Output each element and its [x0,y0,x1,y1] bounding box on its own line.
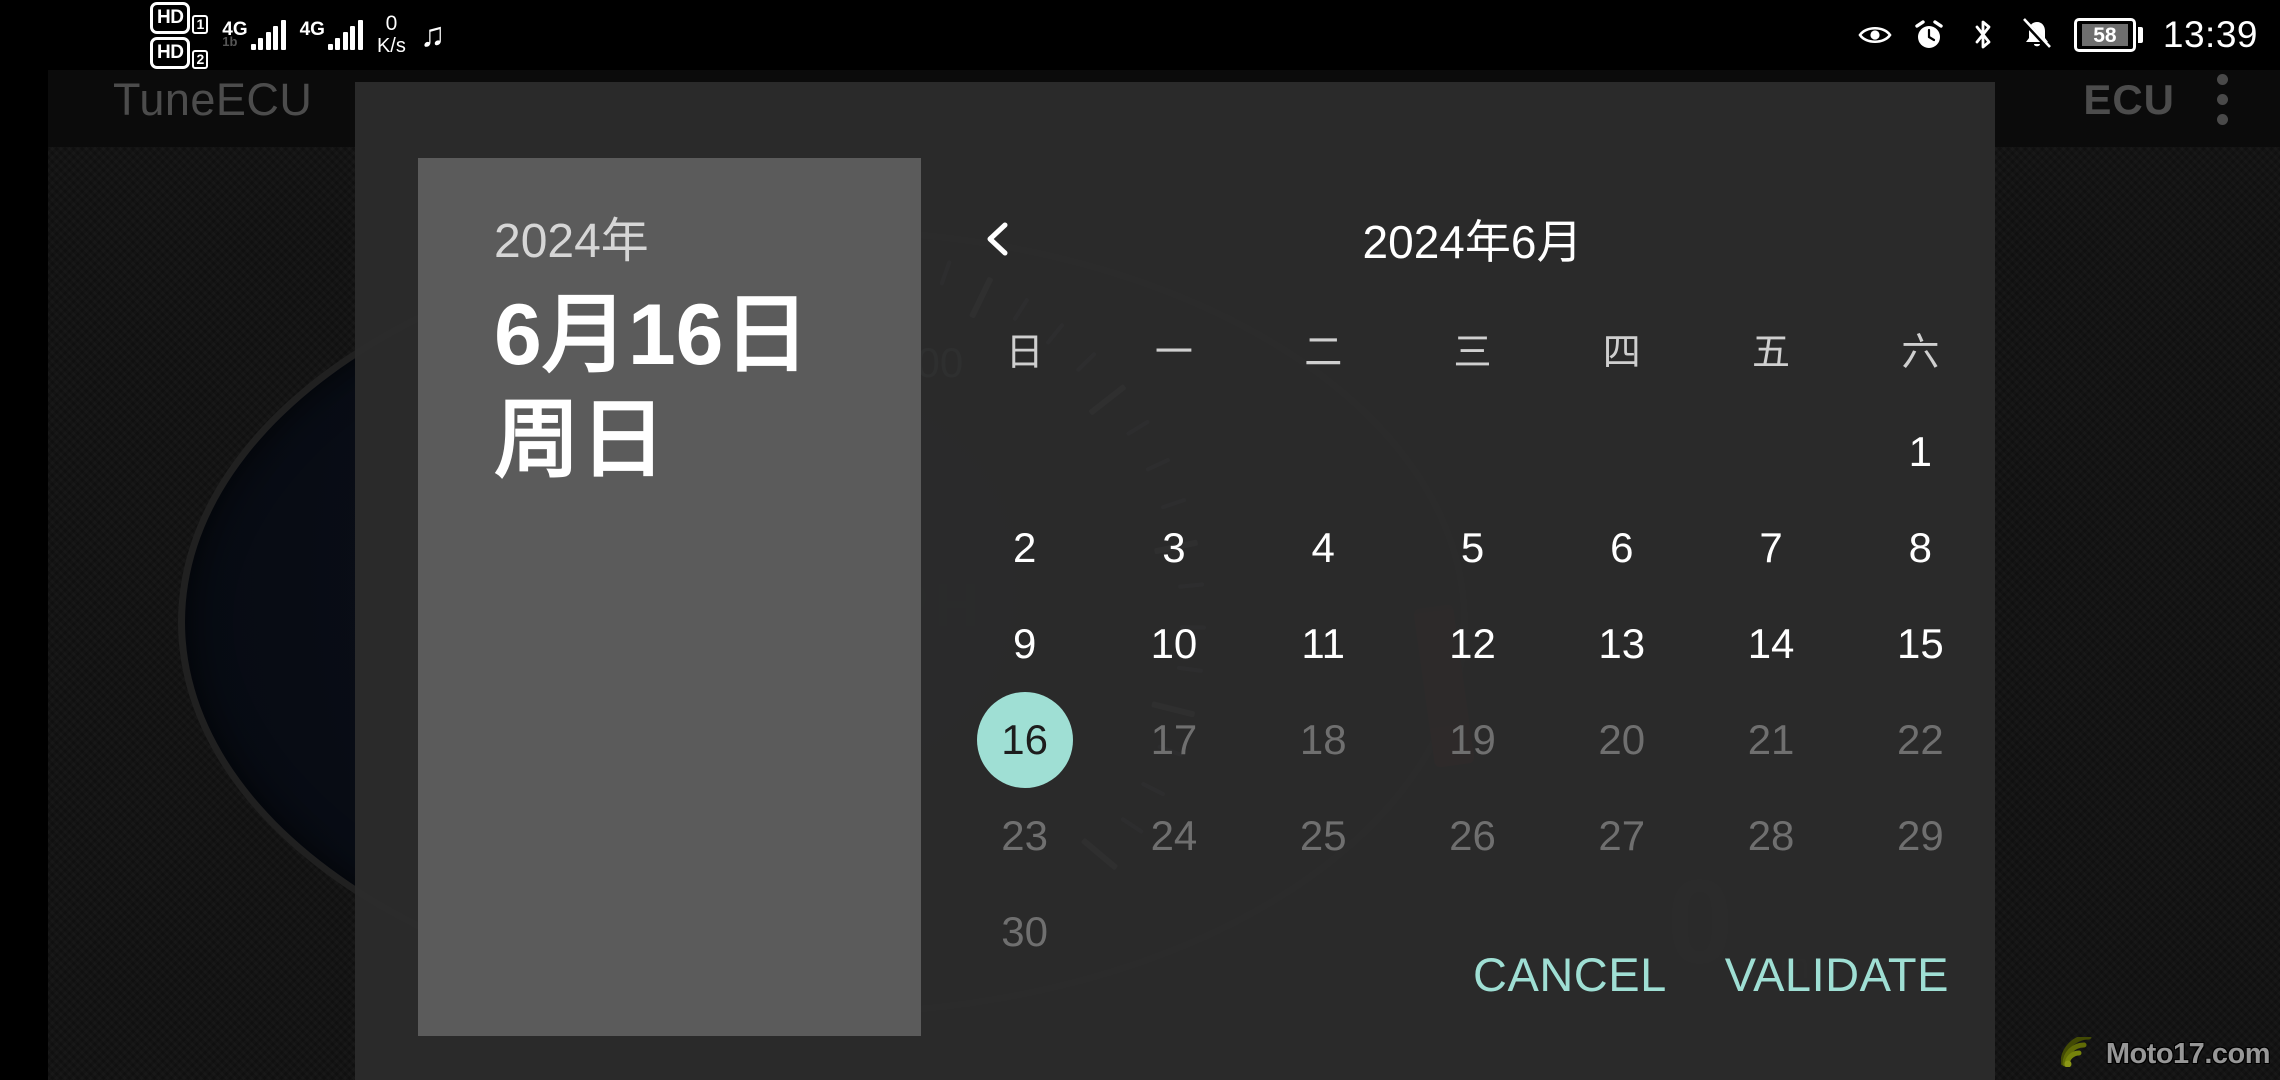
day-grid: 1 2 3 4 5 6 7 8 9 10 11 12 13 14 15 16 17 18 19 20 21 22 23 24 2… [950,404,1995,980]
bluetooth-icon [1966,18,2000,52]
calendar-actions: CANCEL VALIDATE [1473,947,1949,1002]
day-cell: 24 [1150,812,1198,859]
day-cell[interactable]: 1 [1846,404,1995,500]
status-bar: HD 1 HD 2 4G 1b 4G 0 K/s ♫ 58 13:39 [0,0,2280,70]
day-cell: 22 [1896,716,1944,763]
day-cell[interactable]: 14 [1696,596,1845,692]
day-cell-empty [1099,404,1248,500]
date-preview-panel: 2024年 6月16日周日 [418,158,921,1036]
eye-icon [1858,18,1892,52]
signal-sim1: 4G 1b [222,20,286,50]
date-year: 2024年 [494,215,649,268]
hd-index: 1 [192,14,209,34]
day-cell[interactable]: 8 [1846,500,1995,596]
alarm-clock-icon [1912,18,1946,52]
day-cell: 21 [1747,716,1795,763]
day-cell: 18 [1299,716,1347,763]
day-cell: 20 [1598,716,1646,763]
day-cell-empty [950,404,1099,500]
validate-button[interactable]: VALIDATE [1725,947,1949,1002]
day-cell: 17 [1150,716,1198,763]
weekday-2: 二 [1304,332,1343,374]
hd-badge-2: HD 2 [150,36,209,69]
battery-level: 58 [2081,24,2128,46]
day-cell: 27 [1598,812,1646,859]
day-cell[interactable]: 2 [950,500,1099,596]
network-speed-unit: K/s [376,34,406,57]
hd-badges: HD 1 HD 2 [150,1,209,69]
day-cell: 23 [1001,812,1048,859]
calendar-header: 2024年6月 [950,200,1995,278]
day-cell[interactable]: 16 [950,692,1099,788]
hd-label: HD [150,36,191,69]
network-sub-sim1: 1b [222,34,238,49]
day-cell[interactable]: 15 [1846,596,1995,692]
battery-tip [2137,27,2143,43]
calendar: 2024年6月 日一二三四五六 1 2 3 4 5 6 7 8 9 10 11 12 13 14 15 16 1… [950,82,1995,1080]
network-type-sim2: 4G [299,19,325,40]
status-bar-right: 58 13:39 [1858,0,2258,70]
weekday-6: 六 [1901,332,1940,374]
day-cell: 19 [1449,716,1496,763]
day-cell[interactable]: 6 [1547,500,1696,596]
day-cell: 26 [1449,812,1496,859]
signal-bars-icon [327,20,363,50]
status-bar-left: HD 1 HD 2 4G 1b 4G 0 K/s ♫ [150,1,446,69]
battery-indicator: 58 [2073,18,2143,52]
hd-badge-1: HD 1 [150,1,209,34]
weekday-row: 日一二三四五六 [950,334,1995,372]
day-cell[interactable]: 10 [1099,596,1248,692]
signal-bars-icon [250,20,286,50]
signal-sim2: 4G [300,20,363,50]
network-speed: 0 K/s [377,13,406,56]
day-cell-empty [1696,404,1845,500]
day-cell[interactable]: 12 [1398,596,1547,692]
day-cell[interactable]: 11 [1249,596,1398,692]
day-cell-empty [1398,404,1547,500]
calendar-title: 2024年6月 [1362,216,1583,268]
day-cell[interactable]: 7 [1696,500,1845,596]
bell-muted-icon [2020,18,2054,52]
day-cell[interactable]: 13 [1547,596,1696,692]
weekday-0: 日 [1005,332,1044,374]
hd-label: HD [150,1,191,34]
hd-index: 2 [192,49,209,69]
music-note-icon: ♫ [419,16,446,54]
day-cell: 28 [1747,812,1795,859]
cancel-button[interactable]: CANCEL [1473,947,1667,1002]
day-cell[interactable]: 5 [1398,500,1547,596]
weekday-3: 三 [1453,332,1492,374]
day-cell-empty [1249,404,1398,500]
weekday-1: 一 [1154,332,1193,374]
day-cell-empty [1547,404,1696,500]
day-cell: 30 [1001,908,1048,955]
date-full: 6月16日周日 [494,286,810,488]
weekday-5: 五 [1752,332,1791,374]
day-cell: 29 [1896,812,1944,859]
weekday-4: 四 [1602,332,1641,374]
network-speed-value: 0 [385,12,398,36]
day-cell[interactable]: 9 [950,596,1099,692]
day-cell[interactable]: 3 [1099,500,1248,596]
chevron-left-icon[interactable] [964,204,1034,274]
selected-day-pill: 16 [976,692,1073,788]
battery-body: 58 [2073,18,2136,52]
status-bar-clock: 13:39 [2162,14,2258,55]
day-cell: 25 [1299,812,1347,859]
day-cell[interactable]: 4 [1249,500,1398,596]
